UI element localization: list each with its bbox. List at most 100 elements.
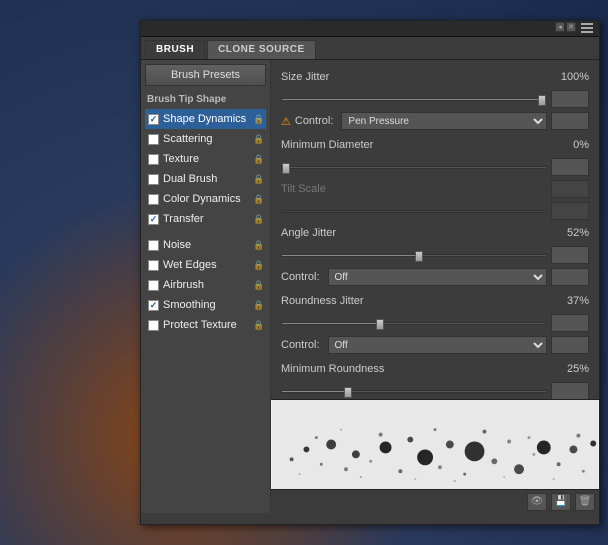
size-jitter-label: Size Jitter [281, 71, 549, 83]
save-button[interactable]: 💾 [551, 493, 571, 511]
roundness-jitter-row: Roundness Jitter 37% [281, 292, 589, 310]
tilt-scale-value [551, 202, 589, 220]
size-control-value-box [551, 112, 589, 130]
min-diameter-box [551, 158, 589, 176]
roundness-jitter-slider[interactable] [281, 316, 547, 330]
size-jitter-slider[interactable] [281, 92, 547, 106]
bottom-bar: 👁 💾 🗑 [271, 489, 599, 513]
angle-jitter-box [551, 246, 589, 264]
min-roundness-value: 25% [549, 363, 589, 375]
angle-jitter-label: Angle Jitter [281, 227, 549, 239]
min-roundness-row: Minimum Roundness 25% [281, 360, 589, 378]
lock-icon-texture [253, 153, 263, 165]
roundness-control-text: Control: [281, 339, 320, 351]
sidebar-label-color-dynamics: Color Dynamics [163, 193, 253, 205]
roundness-jitter-slider-row [281, 314, 589, 332]
min-diameter-row: Minimum Diameter 0% [281, 136, 589, 154]
angle-control-text: Control: [281, 271, 320, 283]
min-diameter-slider[interactable] [281, 160, 547, 174]
size-jitter-box [551, 90, 589, 108]
angle-control-row: Control: Off Fade Pen Pressure [281, 268, 589, 286]
checkbox-airbrush[interactable] [148, 280, 159, 291]
min-roundness-label: Minimum Roundness [281, 363, 549, 375]
sidebar-label-shape-dynamics: Shape Dynamics [163, 113, 253, 125]
size-control-row: ⚠ Control: Pen Pressure Off Fade Pen Til… [281, 112, 589, 130]
checkbox-wet-edges[interactable] [148, 260, 159, 271]
size-jitter-row: Size Jitter 100% [281, 68, 589, 86]
checkbox-texture[interactable] [148, 154, 159, 165]
checkbox-scattering[interactable] [148, 134, 159, 145]
tilt-scale-box [551, 180, 589, 198]
min-roundness-box [551, 382, 589, 399]
tilt-scale-label: Tilt Scale [281, 183, 551, 195]
min-roundness-slider[interactable] [281, 384, 547, 398]
control-text: Control: [295, 115, 334, 127]
lock-icon-noise [253, 239, 263, 251]
sidebar-item-protect-texture[interactable]: Protect Texture [145, 315, 266, 335]
size-jitter-slider-row [281, 90, 589, 108]
sidebar-label-wet-edges: Wet Edges [163, 259, 253, 271]
roundness-control-value-box [551, 336, 589, 354]
section-label: Brush Tip Shape [145, 92, 266, 109]
tilt-scale-slider-row [281, 202, 589, 220]
tilt-scale-slider [281, 204, 547, 218]
eye-button[interactable]: 👁 [527, 493, 547, 511]
sidebar-item-dual-brush[interactable]: Dual Brush [145, 169, 266, 189]
angle-control-dropdown[interactable]: Off Fade Pen Pressure [328, 268, 547, 286]
sidebar-item-wet-edges[interactable]: Wet Edges [145, 255, 266, 275]
lock-icon-scattering [253, 133, 263, 145]
sidebar-item-airbrush[interactable]: Airbrush [145, 275, 266, 295]
tab-brush[interactable]: BRUSH [145, 40, 205, 59]
trash-button[interactable]: 🗑 [575, 493, 595, 511]
sidebar-label-noise: Noise [163, 239, 253, 251]
tilt-scale-row: Tilt Scale [281, 180, 589, 198]
sidebar-item-color-dynamics[interactable]: Color Dynamics [145, 189, 266, 209]
roundness-control-dropdown[interactable]: Off Fade Pen Pressure [328, 336, 547, 354]
checkbox-noise[interactable] [148, 240, 159, 251]
min-roundness-slider-row [281, 382, 589, 399]
sidebar: Brush Presets Brush Tip Shape Shape Dyna… [141, 60, 271, 513]
roundness-jitter-box [551, 314, 589, 332]
brush-presets-button[interactable]: Brush Presets [145, 64, 266, 86]
min-diameter-value: 0% [549, 139, 589, 151]
minimize-button[interactable]: ◂ [555, 22, 565, 32]
roundness-control-row: Control: Off Fade Pen Pressure [281, 336, 589, 354]
angle-jitter-value: 52% [549, 227, 589, 239]
checkbox-protect-texture[interactable] [148, 320, 159, 331]
sidebar-item-noise[interactable]: Noise [145, 235, 266, 255]
sidebar-label-airbrush: Airbrush [163, 279, 253, 291]
lock-icon-transfer [253, 213, 263, 225]
angle-jitter-slider[interactable] [281, 248, 547, 262]
tab-clone-source[interactable]: CLONE SOURCE [207, 40, 316, 59]
lock-icon-color-dynamics [253, 193, 263, 205]
checkbox-transfer[interactable] [148, 214, 159, 225]
lock-icon-wet-edges [253, 259, 263, 271]
close-button[interactable]: ✕ [566, 22, 576, 32]
sidebar-item-shape-dynamics[interactable]: Shape Dynamics [145, 109, 266, 129]
checkbox-smoothing[interactable] [148, 300, 159, 311]
brush-preview [271, 399, 599, 489]
sidebar-item-smoothing[interactable]: Smoothing [145, 295, 266, 315]
lock-icon-protect-texture [253, 319, 263, 331]
preview-canvas [271, 400, 599, 489]
sidebar-label-dual-brush: Dual Brush [163, 173, 253, 185]
lock-icon-airbrush [253, 279, 263, 291]
checkbox-color-dynamics[interactable] [148, 194, 159, 205]
angle-jitter-slider-row [281, 246, 589, 264]
checkbox-shape-dynamics[interactable] [148, 114, 159, 125]
sidebar-item-texture[interactable]: Texture [145, 149, 266, 169]
sidebar-item-scattering[interactable]: Scattering [145, 129, 266, 149]
lock-icon-dual-brush [253, 173, 263, 185]
tab-bar: BRUSH CLONE SOURCE [141, 37, 599, 60]
min-diameter-slider-row [281, 158, 589, 176]
size-jitter-value: 100% [549, 71, 589, 83]
lock-icon-smoothing [253, 299, 263, 311]
roundness-jitter-value: 37% [549, 295, 589, 307]
sidebar-item-transfer[interactable]: Transfer [145, 209, 266, 229]
checkbox-dual-brush[interactable] [148, 174, 159, 185]
size-control-dropdown[interactable]: Pen Pressure Off Fade Pen Tilt [341, 112, 547, 130]
panel-menu-icon[interactable] [581, 22, 597, 34]
title-bar: ◂ ✕ [141, 21, 599, 37]
sidebar-label-texture: Texture [163, 153, 253, 165]
angle-control-value-box [551, 268, 589, 286]
